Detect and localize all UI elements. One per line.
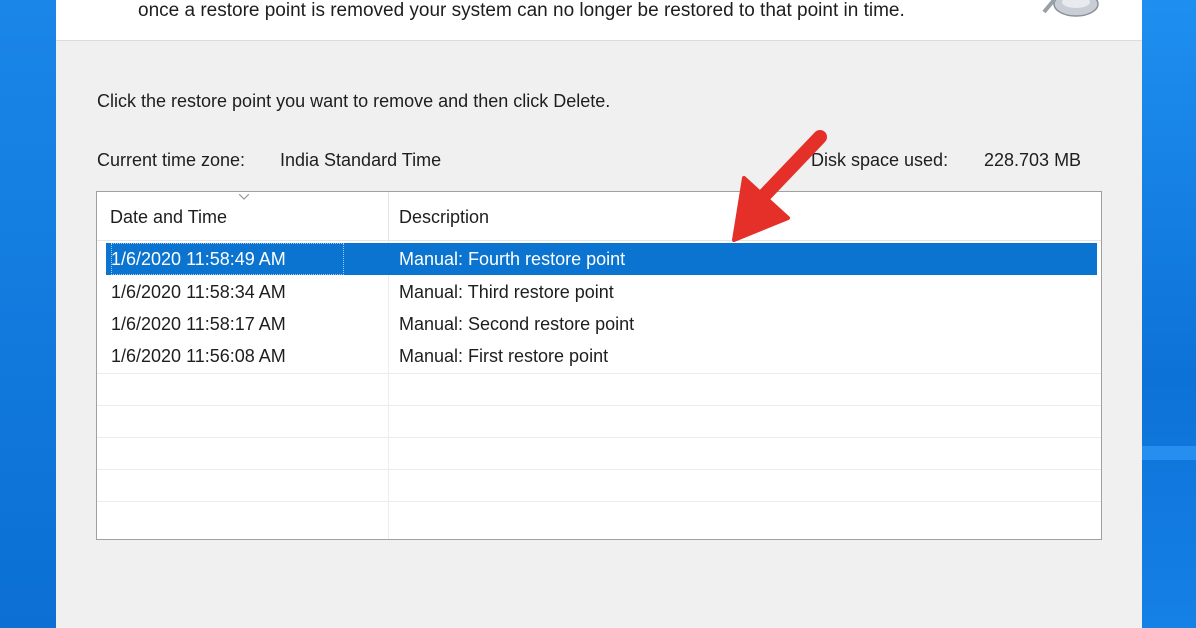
empty-row xyxy=(97,373,1101,406)
row-description: Manual: Fourth restore point xyxy=(399,249,626,269)
table-row[interactable]: 1/6/2020 11:58:17 AM Manual: Second rest… xyxy=(106,308,1097,340)
column-header-description[interactable]: Description xyxy=(389,192,1101,240)
row-description: Manual: Third restore point xyxy=(399,282,614,302)
row-date-time: 1/6/2020 11:58:34 AM xyxy=(111,282,286,302)
row-date-time: 1/6/2020 11:56:08 AM xyxy=(111,346,286,366)
table-row[interactable]: 1/6/2020 11:58:49 AM Manual: Fourth rest… xyxy=(106,243,1097,275)
empty-row xyxy=(97,405,1101,438)
desktop-background-right xyxy=(1142,0,1196,628)
desktop-taskbar-edge xyxy=(1142,446,1196,460)
timezone-value: India Standard Time xyxy=(280,150,442,170)
dialog-header: once a restore point is removed your sys… xyxy=(56,0,1142,41)
timezone-label: Current time zone: xyxy=(97,150,246,170)
delete-restore-points-dialog: once a restore point is removed your sys… xyxy=(56,0,1142,628)
row-description: Manual: First restore point xyxy=(399,346,609,366)
empty-row xyxy=(97,469,1101,502)
row-date-time: 1/6/2020 11:58:17 AM xyxy=(111,314,286,334)
sort-caret-icon xyxy=(239,194,249,200)
system-restore-icon xyxy=(1042,0,1099,17)
restore-points-list[interactable]: Date and Time Description 1/6/2020 11:58… xyxy=(96,191,1102,540)
header-description: once a restore point is removed your sys… xyxy=(138,0,905,21)
row-date-time: 1/6/2020 11:58:49 AM xyxy=(111,243,344,275)
list-header: Date and Time Description xyxy=(97,192,1101,241)
disk-space-value: 228.703 MB xyxy=(984,150,1082,170)
empty-row xyxy=(97,437,1101,470)
table-row[interactable]: 1/6/2020 11:56:08 AM Manual: First resto… xyxy=(106,340,1097,372)
empty-row xyxy=(97,501,1101,534)
disk-space-label: Disk space used: xyxy=(811,150,949,170)
desktop-background-left xyxy=(0,0,56,628)
table-row[interactable]: 1/6/2020 11:58:34 AM Manual: Third resto… xyxy=(106,276,1097,308)
row-description: Manual: Second restore point xyxy=(399,314,635,334)
instruction-text: Click the restore point you want to remo… xyxy=(97,91,611,111)
